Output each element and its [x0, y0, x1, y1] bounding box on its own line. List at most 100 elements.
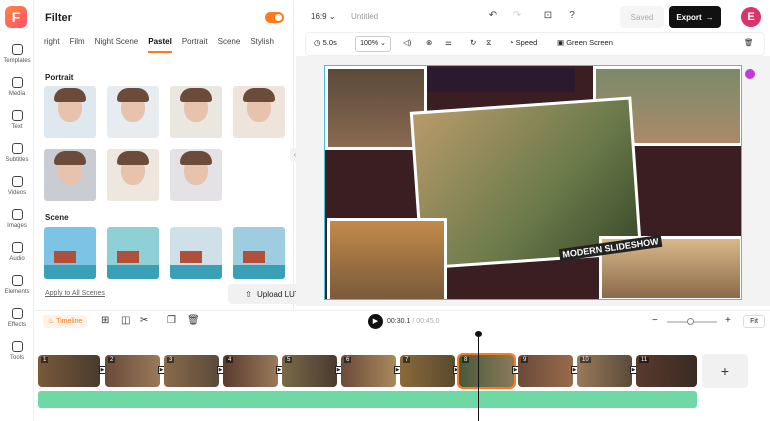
slideshow-photo [327, 218, 447, 299]
sidebar-item-videos[interactable]: Videos [0, 176, 34, 196]
apply-to-all-scenes-link[interactable]: Apply to All Scenes [45, 290, 105, 297]
portrait-filter-thumb[interactable] [170, 149, 222, 201]
preview-stage[interactable]: MODERN SLIDESHOW [324, 65, 742, 300]
video-clip[interactable]: 3 [164, 355, 219, 387]
video-clip[interactable]: 9 [518, 355, 573, 387]
video-clip[interactable]: 2 [105, 355, 160, 387]
portrait-filter-thumb[interactable] [107, 86, 159, 138]
tab-film[interactable]: Film [70, 37, 85, 53]
sidebar-item-images[interactable]: Images [0, 209, 34, 229]
redo-icon[interactable]: ↷ [511, 10, 523, 22]
video-clip[interactable]: 11 [636, 355, 697, 387]
export-button[interactable]: Export → [669, 6, 721, 28]
clock-icon: ◷ [314, 38, 321, 47]
zoom-select[interactable]: 100% ⌄ [355, 36, 391, 52]
add-clip-button[interactable]: + [702, 354, 748, 388]
effects-icon [11, 308, 23, 319]
left-sidebar: F Templates Media Text Subtitles Videos … [0, 0, 34, 421]
tab-night-scene[interactable]: Night Scene [95, 37, 139, 53]
speed-icon: ◔ [509, 38, 514, 47]
green-screen-button[interactable]: ▣ Green Screen [557, 38, 613, 47]
audio-track[interactable] [38, 391, 697, 408]
screenshot-icon[interactable]: ⊡ [542, 10, 554, 22]
section-label-portrait: Portrait [45, 73, 74, 82]
filter-tabs: right Film Night Scene Pastel Portrait S… [44, 37, 274, 53]
scene-filter-thumb[interactable] [233, 227, 285, 279]
avatar[interactable]: E [741, 7, 761, 27]
upload-icon: ⇧ [245, 289, 252, 299]
slider-knob[interactable] [687, 318, 694, 325]
section-label-scene: Scene [45, 213, 69, 222]
sidebar-item-audio[interactable]: Audio [0, 242, 34, 262]
images-icon [11, 209, 23, 220]
timeline-zoom-slider[interactable] [667, 318, 717, 325]
audio-icon [11, 242, 23, 253]
ai-badge-icon[interactable] [745, 69, 755, 79]
portrait-filter-thumb[interactable] [107, 149, 159, 201]
portrait-filter-thumb[interactable] [170, 86, 222, 138]
speed-button[interactable]: ◔ Speed [509, 38, 537, 47]
tab-scene[interactable]: Scene [218, 37, 241, 53]
tab-stylish[interactable]: Stylish [250, 37, 274, 53]
portrait-filter-thumb[interactable] [44, 86, 96, 138]
split-icon[interactable]: ◫ [121, 315, 130, 326]
volume-icon[interactable]: ◁) [403, 38, 411, 47]
elements-icon [11, 275, 23, 286]
sidebar-item-subtitles[interactable]: Subtitles [0, 143, 34, 163]
adjust-icon[interactable]: ⚌ [445, 38, 452, 47]
fit-button[interactable]: Fit [743, 315, 765, 328]
rotate-icon[interactable]: ↻ [470, 38, 476, 47]
tools-icon [11, 341, 23, 352]
sidebar-item-elements[interactable]: Elements [0, 275, 34, 295]
timeline-label[interactable]: ♨ Timeline [43, 315, 88, 328]
playhead[interactable] [475, 331, 482, 421]
zoom-out-icon[interactable]: − [652, 315, 658, 326]
flip-icon[interactable]: ⧖ [486, 38, 491, 48]
time-readout: 00:30.1 / 00:45.0 [387, 318, 440, 325]
scene-filter-thumb[interactable] [170, 227, 222, 279]
sidebar-item-effects[interactable]: Effects [0, 308, 34, 328]
zoom-in-icon[interactable]: + [725, 315, 731, 326]
video-clip[interactable]: 5 [282, 355, 337, 387]
add-track-icon[interactable]: ⊞ [101, 315, 109, 326]
portrait-filter-thumb[interactable] [233, 86, 285, 138]
delete-icon[interactable]: 🗑 [744, 38, 754, 47]
edit-toolbar: ◷ 5.0s 100% ⌄ ◁) ⊗ ⚌ ↻ ⧖ ◔ Speed ▣ Green… [306, 33, 764, 55]
duplicate-icon[interactable]: ❐ [167, 315, 176, 326]
chevron-down-icon: ⌄ [328, 12, 336, 21]
arrow-right-icon: → [705, 12, 714, 22]
video-clip[interactable]: 7 [400, 355, 455, 387]
tab-pastel[interactable]: Pastel [148, 37, 172, 53]
panel-title: Filter [45, 12, 72, 24]
video-clip[interactable]: 1 [38, 355, 100, 387]
green-screen-icon: ▣ [557, 38, 565, 47]
aspect-ratio-select[interactable]: 16:9 ⌄ [311, 12, 336, 21]
media-icon [11, 77, 23, 88]
play-button[interactable]: ▶ [368, 314, 383, 329]
video-clip-selected[interactable]: 8 [459, 355, 514, 387]
video-clip[interactable]: 10 [577, 355, 632, 387]
app-logo[interactable]: F [5, 6, 27, 28]
duration-control[interactable]: ◷ 5.0s [314, 38, 337, 47]
help-icon[interactable]: ? [566, 10, 578, 22]
sidebar-item-text[interactable]: Text [0, 110, 34, 130]
videos-icon [11, 176, 23, 187]
saved-button[interactable]: Saved [620, 6, 664, 28]
project-name[interactable]: Untitled [351, 12, 378, 21]
tab-portrait[interactable]: Portrait [182, 37, 208, 53]
filter-toggle[interactable] [265, 12, 284, 23]
scissors-icon[interactable]: ✂ [140, 315, 148, 326]
portrait-filter-thumb[interactable] [44, 149, 96, 201]
sidebar-item-templates[interactable]: Templates [0, 44, 34, 64]
undo-icon[interactable]: ↶ [487, 10, 499, 22]
scene-filter-thumb[interactable] [107, 227, 159, 279]
timeline-toolbar: ♨ Timeline ⊞ ◫ ✂ ❐ 🗑 ▶ 00:30.1 / 00:45.0… [34, 310, 770, 332]
tab-right[interactable]: right [44, 37, 60, 53]
trash-icon[interactable]: 🗑 [187, 315, 200, 326]
sidebar-item-tools[interactable]: Tools [0, 341, 34, 361]
scene-filter-thumb[interactable] [44, 227, 96, 279]
filter-icon[interactable]: ⊗ [426, 38, 432, 47]
sidebar-item-media[interactable]: Media [0, 77, 34, 97]
video-clip[interactable]: 4 [223, 355, 278, 387]
video-clip[interactable]: 6 [341, 355, 396, 387]
